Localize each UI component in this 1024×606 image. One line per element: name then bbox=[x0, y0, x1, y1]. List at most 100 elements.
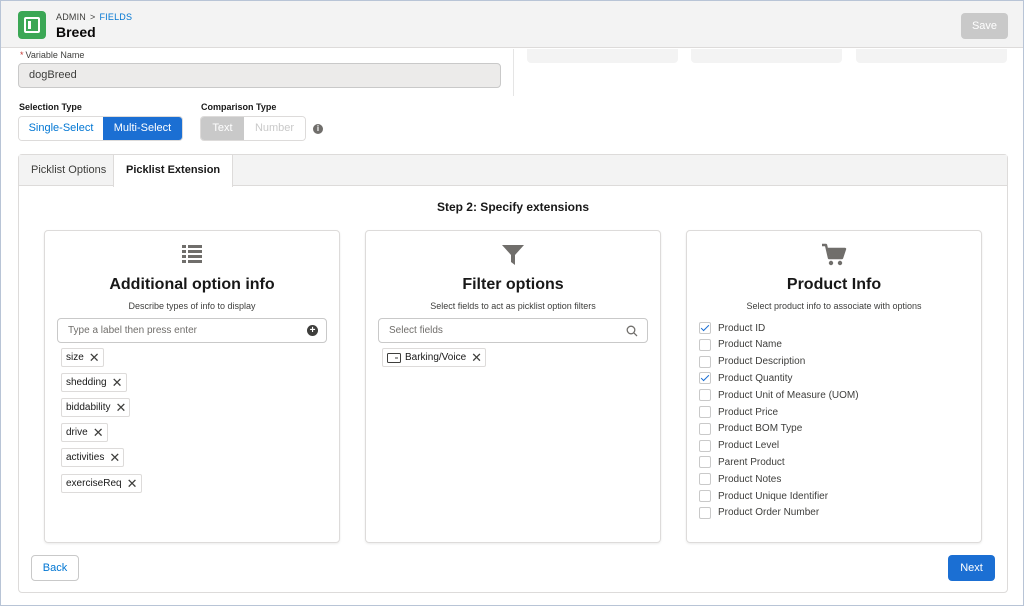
checkbox[interactable] bbox=[699, 338, 711, 351]
product-info-checkbox-row[interactable]: Product Quantity bbox=[699, 370, 792, 386]
checkbox-label: Product Description bbox=[718, 356, 806, 368]
product-info-checkbox-row[interactable]: Parent Product bbox=[699, 454, 785, 470]
variable-name-input[interactable]: dogBreed bbox=[18, 63, 501, 88]
checkbox[interactable] bbox=[699, 422, 711, 435]
placeholder-field-1 bbox=[527, 49, 678, 63]
breadcrumb: ADMIN > FIELDS bbox=[56, 12, 132, 22]
checkbox-label: Product BOM Type bbox=[718, 423, 803, 435]
checkbox[interactable] bbox=[699, 506, 711, 519]
page-title: Breed bbox=[56, 24, 96, 40]
remove-icon[interactable]: ✕ bbox=[89, 351, 100, 364]
next-button[interactable]: Next bbox=[948, 555, 995, 581]
pill-label: activities bbox=[66, 452, 105, 463]
remove-icon[interactable]: ✕ bbox=[471, 351, 482, 364]
product-info-checkbox-row[interactable]: Product Unique Identifier bbox=[699, 488, 828, 504]
tab-picklist-extension[interactable]: Picklist Extension bbox=[113, 155, 234, 187]
selection-type-label: Selection Type bbox=[19, 102, 82, 112]
pill-drive: drive ✕ bbox=[61, 423, 108, 442]
panel-title: Filter options bbox=[462, 276, 564, 293]
checkbox[interactable] bbox=[699, 439, 711, 452]
option-label-input[interactable]: Type a label then press enter + bbox=[57, 318, 327, 343]
checkbox-label: Product Quantity bbox=[718, 372, 793, 384]
placeholder-field-2 bbox=[691, 49, 842, 63]
pill-biddability: biddability ✕ bbox=[61, 398, 131, 417]
pill-exercisereq: exerciseReq ✕ bbox=[61, 474, 142, 493]
breadcrumb-fields-link[interactable]: FIELDS bbox=[99, 12, 132, 22]
placeholder-field-3 bbox=[856, 49, 1007, 63]
pill-shedding: shedding ✕ bbox=[61, 373, 127, 392]
panel-subtitle: Describe types of info to display bbox=[128, 301, 256, 311]
product-info-checkbox-row[interactable]: Product Description bbox=[699, 354, 805, 370]
table-list-icon bbox=[45, 243, 339, 270]
filter-icon bbox=[366, 243, 660, 270]
select-fields-input[interactable]: Select fields bbox=[378, 318, 648, 343]
panel-subtitle: Select product info to associate with op… bbox=[746, 301, 922, 311]
option-label-placeholder: Type a label then press enter bbox=[68, 325, 197, 336]
pill-label: exerciseReq bbox=[66, 478, 122, 489]
filter-options-panel: Filter options Select fields to act as p… bbox=[365, 230, 661, 543]
variable-name-label: * Variable Name bbox=[20, 50, 84, 60]
remove-icon[interactable]: ✕ bbox=[115, 401, 126, 414]
product-info-checkbox-row[interactable]: Product Name bbox=[699, 337, 782, 353]
checkbox[interactable] bbox=[699, 406, 711, 418]
single-select-option[interactable]: Single-Select bbox=[19, 117, 103, 140]
text-option[interactable]: Text bbox=[201, 117, 244, 140]
save-button[interactable]: Save bbox=[961, 13, 1008, 39]
number-option[interactable]: Number bbox=[244, 117, 305, 140]
remove-icon[interactable]: ✕ bbox=[109, 451, 120, 464]
tab-picklist-options[interactable]: Picklist Options bbox=[19, 155, 118, 186]
search-icon bbox=[626, 325, 638, 337]
checkbox[interactable] bbox=[699, 456, 711, 469]
product-info-checkbox-row[interactable]: Product Price bbox=[699, 404, 778, 420]
checkbox-label: Product Notes bbox=[718, 473, 782, 485]
product-info-checkbox-row[interactable]: Product Level bbox=[699, 438, 779, 454]
remove-icon[interactable]: ✕ bbox=[127, 477, 138, 490]
variable-name-label-text: Variable Name bbox=[25, 50, 85, 60]
pill-label: Barking/Voice bbox=[405, 352, 467, 363]
checkbox-label: Product Level bbox=[718, 440, 780, 452]
info-icon[interactable]: i bbox=[313, 124, 323, 134]
checkbox-label: Product Unit of Measure (UOM) bbox=[718, 389, 859, 401]
remove-icon[interactable]: ✕ bbox=[93, 426, 104, 439]
app-icon bbox=[18, 11, 46, 39]
select-fields-placeholder: Select fields bbox=[389, 325, 443, 336]
product-info-checkbox-row[interactable]: Product ID bbox=[699, 320, 765, 336]
add-icon[interactable]: + bbox=[307, 325, 318, 336]
checkbox-label: Product Name bbox=[718, 339, 782, 351]
field-icon bbox=[387, 352, 401, 363]
checkbox[interactable] bbox=[699, 322, 711, 334]
checkbox[interactable] bbox=[699, 355, 711, 368]
pill-label: shedding bbox=[66, 377, 107, 388]
product-info-checkbox-row[interactable]: Product Unit of Measure (UOM) bbox=[699, 387, 859, 403]
pill-label: drive bbox=[66, 427, 88, 438]
required-marker: * bbox=[20, 50, 24, 60]
checkbox-label: Product Order Number bbox=[718, 507, 820, 519]
product-info-checkbox-row[interactable]: Product Notes bbox=[699, 471, 781, 487]
back-button[interactable]: Back bbox=[31, 555, 79, 581]
picklist-tabs-card: Picklist Options Picklist Extension Step… bbox=[18, 154, 1008, 593]
section-divider bbox=[513, 49, 514, 96]
tab-bar: Picklist Options Picklist Extension bbox=[19, 155, 1007, 187]
pill-barking-voice: Barking/Voice ✕ bbox=[382, 348, 487, 367]
remove-icon[interactable]: ✕ bbox=[112, 376, 123, 389]
breadcrumb-separator: > bbox=[90, 12, 96, 22]
checkbox[interactable] bbox=[699, 389, 711, 402]
checkbox[interactable] bbox=[699, 372, 711, 385]
checkbox-label: Product Unique Identifier bbox=[718, 490, 829, 502]
product-info-checkbox-row[interactable]: Product Order Number bbox=[699, 505, 819, 521]
checkbox-label: Parent Product bbox=[718, 456, 785, 468]
checkbox[interactable] bbox=[699, 473, 711, 486]
checkbox[interactable] bbox=[699, 490, 711, 502]
selection-type-toggle: Single-Select Multi-Select bbox=[18, 116, 183, 141]
panel-title: Additional option info bbox=[109, 276, 275, 293]
multi-select-option[interactable]: Multi-Select bbox=[103, 117, 182, 140]
pill-label: biddability bbox=[66, 402, 111, 413]
checkbox-label: Product Price bbox=[718, 406, 779, 418]
breadcrumb-root: ADMIN bbox=[56, 12, 86, 22]
pill-size: size ✕ bbox=[61, 348, 104, 367]
product-info-checkbox-row[interactable]: Product BOM Type bbox=[699, 421, 802, 437]
additional-option-info-panel: Additional option info Describe types of… bbox=[44, 230, 340, 543]
cart-icon bbox=[687, 243, 981, 270]
panel-title: Product Info bbox=[786, 276, 882, 293]
page-header: ADMIN > FIELDS Breed Save bbox=[1, 1, 1023, 48]
